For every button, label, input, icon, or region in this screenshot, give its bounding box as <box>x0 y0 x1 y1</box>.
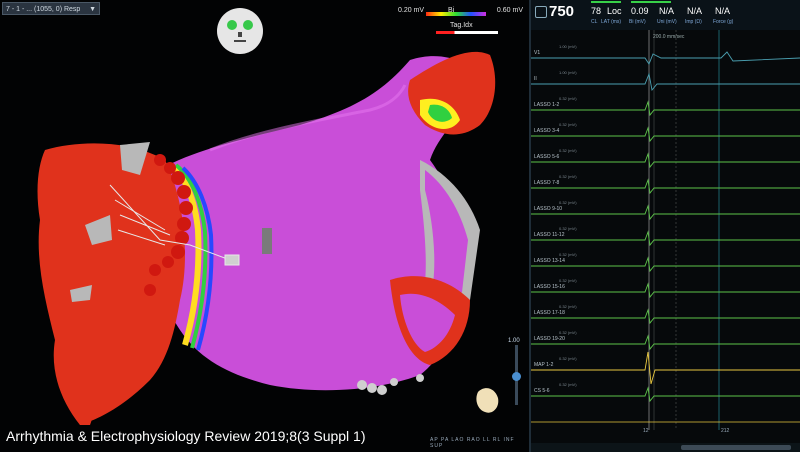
channel-scale: 1.00 (mV) <box>559 70 577 75</box>
metric-value: 78 <box>591 6 602 16</box>
orientation-heart-icon <box>476 388 499 413</box>
signal-header: 750 78 CL Loc LAT (ms) 0.09 Bi (mV) N/A … <box>531 0 800 30</box>
view-ll-button[interactable]: LL <box>483 437 490 443</box>
channel-scale: 0.32 (mV) <box>559 330 577 335</box>
cycle-length-value: 750 <box>549 3 575 20</box>
metric-value: 0.09 <box>631 6 649 16</box>
timescale-label: 200.0 mm/sec <box>653 34 685 40</box>
electrogram-traces[interactable]: 200.0 mm/sec 12 212 <box>531 30 800 452</box>
channel-scale: 0.32 (mV) <box>559 148 577 153</box>
metric-value: N/A <box>687 6 703 16</box>
egm-trace <box>531 72 800 92</box>
scrollbar-thumb[interactable] <box>681 445 791 450</box>
horizontal-scrollbar[interactable] <box>531 443 800 452</box>
channel-scale: 0.32 (mV) <box>559 226 577 231</box>
channel-scale: 0.32 (mV) <box>559 122 577 127</box>
scale-low-label: 0.20 mV <box>398 7 425 14</box>
egm-trace <box>531 126 800 143</box>
status-bar-indicator <box>591 1 621 3</box>
tag-index-bar <box>436 31 498 34</box>
metric-label: Imp (Ω) <box>685 19 702 25</box>
channel-name: V1 <box>534 50 541 56</box>
channel-scale: 0.32 (mV) <box>559 200 577 205</box>
anatomical-map-view[interactable]: 7 - 1 - ... (1055, 0) Resp ▼ 0.20 mV Bi … <box>0 0 529 452</box>
time-marker-label: 212 <box>721 428 730 434</box>
channel-name: LASSO 19-20 <box>534 336 565 342</box>
view-lao-button[interactable]: LAO <box>451 437 464 443</box>
egm-trace <box>531 282 800 299</box>
metric-label: Force (g) <box>713 19 734 25</box>
patient-orientation-face-icon[interactable] <box>217 8 263 54</box>
egm-trace <box>531 51 800 65</box>
chevron-down-icon: ▼ <box>89 6 96 13</box>
metric-value: N/A <box>715 6 731 16</box>
zoom-label: 1.00 <box>508 338 520 344</box>
channel-scale: 1.00 (mV) <box>559 44 577 49</box>
channel-scale: 0.32 (mV) <box>559 96 577 101</box>
channel-name: LASSO 7-8 <box>534 180 560 186</box>
channel-name: LASSO 17-18 <box>534 310 565 316</box>
egm-trace <box>531 256 800 273</box>
view-rl-button[interactable]: RL <box>493 437 501 443</box>
channel-name: LASSO 3-4 <box>534 128 560 134</box>
color-gradient-bar <box>426 12 486 16</box>
metric-label: Bi (mV) <box>629 19 646 25</box>
metric-label: CL <box>591 19 598 25</box>
channel-scale: 0.32 (mV) <box>559 382 577 387</box>
view-inf-button[interactable]: INF <box>503 437 514 443</box>
channel-name: II <box>534 76 537 82</box>
channel-scale: 0.32 (mV) <box>559 278 577 283</box>
left-atrium-3d-map[interactable] <box>0 0 529 452</box>
channel-name: CS 5-6 <box>534 388 550 394</box>
egm-trace <box>531 308 800 325</box>
metric-value: N/A <box>659 6 675 16</box>
view-buttons-bar[interactable]: AP PA LAO RAO LL RL INF SUP <box>430 437 529 449</box>
channel-scale: 0.32 (mV) <box>559 304 577 309</box>
egm-trace <box>531 204 800 221</box>
status-bar-indicator <box>631 1 671 3</box>
voltage-color-scale[interactable]: 0.20 mV Bi 0.60 mV Tag.Idx <box>398 4 523 34</box>
egm-trace <box>531 100 800 117</box>
channel-name: LASSO 1-2 <box>534 102 560 108</box>
channel-scale: 0.32 (mV) <box>559 174 577 179</box>
channel-name: LASSO 13-14 <box>534 258 565 264</box>
egm-trace <box>531 334 800 351</box>
egm-trace <box>531 178 800 195</box>
channel-scale: 0.32 (mV) <box>559 356 577 361</box>
channel-scale: 0.32 (mV) <box>559 252 577 257</box>
channel-name: LASSO 5-6 <box>534 154 560 160</box>
egm-trace <box>531 152 800 169</box>
metric-label: LAT (ms) <box>601 19 622 25</box>
tag-index-label: Tag.Idx <box>450 22 473 29</box>
map-selector-dropdown[interactable]: 7 - 1 - ... (1055, 0) Resp ▼ <box>2 2 100 15</box>
signal-panel[interactable]: 750 78 CL Loc LAT (ms) 0.09 Bi (mV) N/A … <box>531 0 800 452</box>
channel-name: MAP 1-2 <box>534 362 554 368</box>
channel-name: LASSO 9-10 <box>534 206 563 212</box>
metric-label: Uni (mV) <box>657 19 677 25</box>
zoom-slider-handle[interactable] <box>512 372 521 381</box>
metric-value: Loc <box>607 6 622 16</box>
citation-caption: Arrhythmia & Electrophysiology Review 20… <box>6 428 366 444</box>
settings-icon[interactable] <box>535 6 547 18</box>
scale-high-label: 0.60 mV <box>496 7 523 14</box>
view-sup-button[interactable]: SUP <box>430 443 443 449</box>
egm-trace <box>531 386 800 403</box>
channel-name: LASSO 15-16 <box>534 284 565 290</box>
egm-trace <box>531 230 800 247</box>
map-selector-label: 7 - 1 - ... (1055, 0) Resp <box>6 6 81 13</box>
channel-name: LASSO 11-12 <box>534 232 565 238</box>
view-rao-button[interactable]: RAO <box>467 437 481 443</box>
time-marker-label: 12 <box>643 428 649 434</box>
